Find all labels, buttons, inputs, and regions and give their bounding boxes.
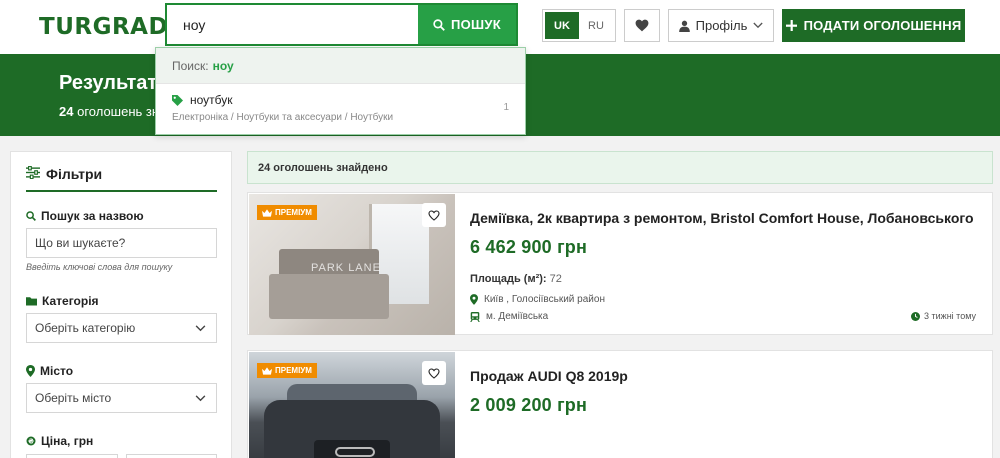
search-button[interactable]: ПОШУК <box>418 5 516 44</box>
banner-count: 24 <box>59 104 74 119</box>
search-button-label: ПОШУК <box>450 17 502 32</box>
money-icon: ₴ <box>26 436 36 446</box>
filters-title-text: Фільтри <box>46 166 103 182</box>
lang-ru-button[interactable]: RU <box>579 12 613 39</box>
listing-price: 2 009 200 грн <box>470 395 588 415</box>
user-icon <box>678 20 690 32</box>
filters-title: Фільтри <box>26 166 217 192</box>
add-favorite-button[interactable] <box>422 361 446 385</box>
metro-train-icon <box>470 311 480 322</box>
profile-label: Профіль <box>695 18 748 33</box>
suggestion-count: 1 <box>503 102 509 113</box>
heart-outline-icon <box>428 209 440 221</box>
price-label: ₴ Ціна, грн <box>26 434 93 448</box>
language-switcher: UK RU <box>542 9 616 42</box>
search-bar: ПОШУК <box>165 3 518 46</box>
search-icon <box>433 18 445 31</box>
heart-outline-icon <box>428 367 440 379</box>
search-suggestions: Поиск: ноу ноутбук Електроніка / Ноутбук… <box>155 47 526 135</box>
folder-icon <box>26 297 37 306</box>
price-range <box>26 454 217 458</box>
map-pin-icon <box>26 365 35 377</box>
plus-icon <box>785 20 797 31</box>
filters-sidebar: Фільтри Пошук за назвою Що ви шукаєте? В… <box>10 151 232 458</box>
city-select[interactable]: Оберіть місто <box>26 383 217 413</box>
add-favorite-button[interactable] <box>422 203 446 227</box>
search-name-label: Пошук за назвою <box>26 209 144 223</box>
chevron-down-icon <box>195 324 206 331</box>
suggestion-title: ноутбук <box>190 93 233 107</box>
post-ad-button[interactable]: ПОДАТИ ОГОЛОШЕННЯ <box>782 9 965 42</box>
sliders-icon <box>26 166 40 179</box>
keyword-search-placeholder: Що ви шукаєте? <box>35 236 126 250</box>
search-icon <box>26 211 36 221</box>
suggestions-header: Поиск: ноу <box>156 48 525 84</box>
premium-badge: ПРЕМІУМ <box>257 363 317 378</box>
profile-button[interactable]: Профіль <box>668 9 774 42</box>
listing-metro: м. Деміївська <box>470 311 548 322</box>
favorites-button[interactable] <box>624 9 660 42</box>
photo-watermark: PARK LANE <box>311 262 381 274</box>
listing-card[interactable]: ПРЕМІУМ Продаж AUDI Q8 2019р 2 009 200 г… <box>247 350 993 458</box>
results-count-bar: 24 оголошень знайдено <box>247 151 993 184</box>
suggestions-query: ноу <box>212 58 234 73</box>
listing-photo[interactable]: ПРЕМІУМ <box>249 352 455 458</box>
suggestion-item[interactable]: ноутбук Електроніка / Ноутбуки та аксесу… <box>156 84 525 134</box>
lang-uk-button[interactable]: UK <box>545 12 579 39</box>
keyword-search-field[interactable]: Що ви шукаєте? <box>26 228 217 258</box>
site-header: TURGRAD ПОШУК UK RU Профіль ПОДАТИ ОГОЛО… <box>0 0 1000 54</box>
category-select-value: Оберіть категорію <box>35 321 136 335</box>
listing-area: Площадь (м²): 72 <box>470 273 562 285</box>
svg-text:₴: ₴ <box>28 437 34 445</box>
city-label: Місто <box>26 364 73 378</box>
listing-price: 6 462 900 грн <box>470 237 588 257</box>
listing-card[interactable]: PARK LANE ПРЕМІУМ Деміївка, 2к квартира … <box>247 192 993 335</box>
category-label: Категорія <box>26 294 99 308</box>
heart-icon <box>635 19 649 32</box>
map-pin-icon <box>470 294 478 305</box>
listing-location: Київ , Голосіївський район <box>470 294 605 305</box>
premium-badge: ПРЕМІУМ <box>257 205 317 220</box>
listing-photo[interactable]: PARK LANE ПРЕМІУМ <box>249 194 455 335</box>
site-logo[interactable]: TURGRAD <box>39 14 168 40</box>
suggestion-path: Електроніка / Ноутбуки та аксесуари / Но… <box>172 112 394 123</box>
price-min-input[interactable] <box>26 454 118 458</box>
crown-icon <box>262 208 272 217</box>
chevron-down-icon <box>753 22 764 29</box>
category-select[interactable]: Оберіть категорію <box>26 313 217 343</box>
clock-icon <box>911 311 921 321</box>
listing-title[interactable]: Продаж AUDI Q8 2019р <box>470 368 628 384</box>
crown-icon <box>262 366 272 375</box>
tag-icon <box>172 94 183 106</box>
chevron-down-icon <box>195 394 206 401</box>
price-max-input[interactable] <box>125 454 217 458</box>
listing-area-value: 72 <box>549 273 562 285</box>
keyword-search-hint: Введіть ключові слова для пошуку <box>26 262 173 272</box>
post-ad-label: ПОДАТИ ОГОЛОШЕННЯ <box>803 18 962 33</box>
city-select-value: Оберіть місто <box>35 391 112 405</box>
search-input[interactable] <box>167 5 418 44</box>
listing-title[interactable]: Деміївка, 2к квартира з ремонтом, Bristo… <box>470 210 974 226</box>
listing-time: 3 тижні тому <box>911 311 976 321</box>
